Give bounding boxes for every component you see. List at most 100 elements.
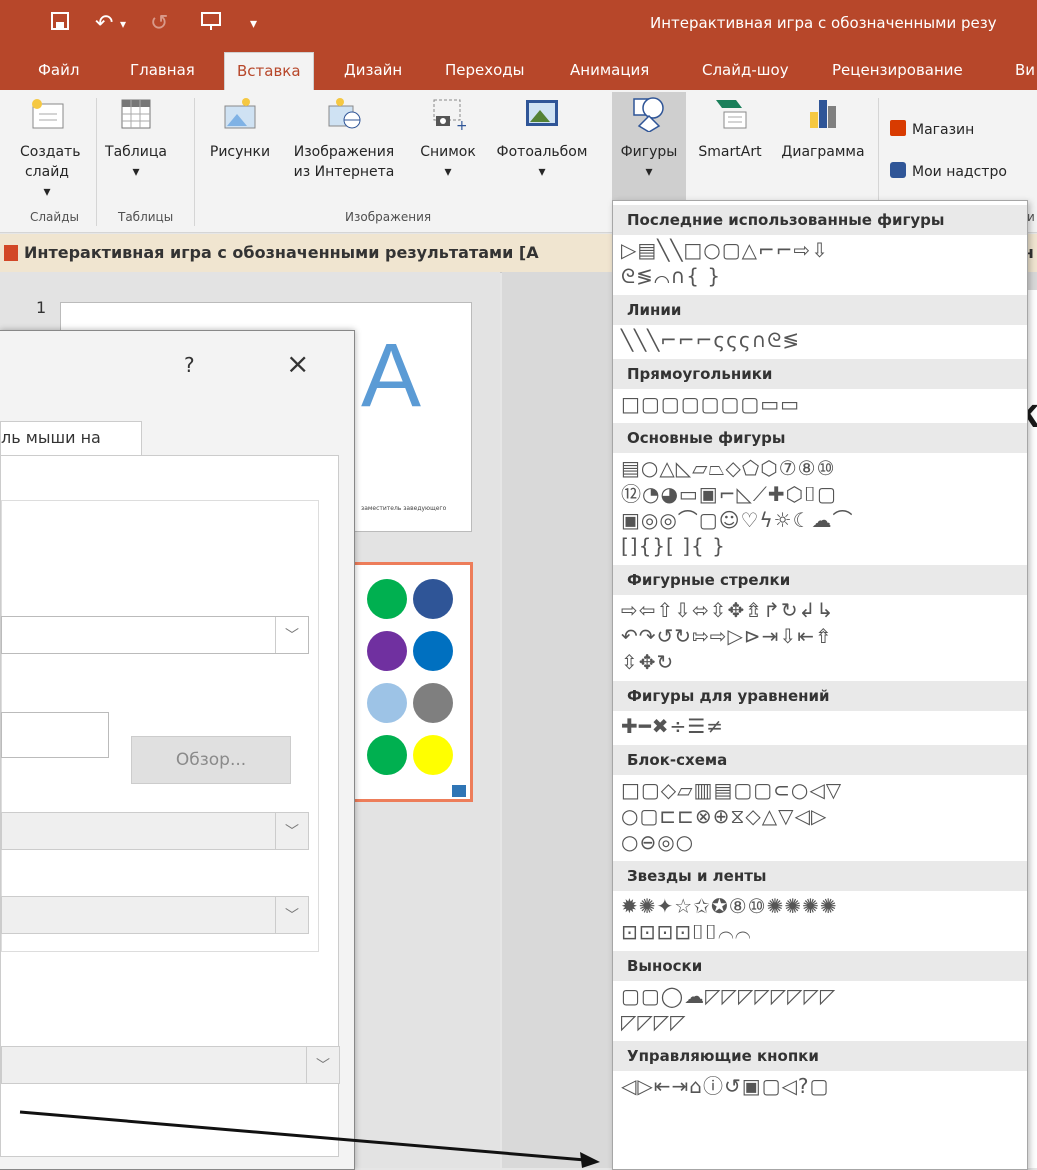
shapes-section-header: Фигурные стрелки [613,565,1027,595]
slide-number: 1 [36,298,47,317]
shapes-section-header: Линии [613,295,1027,325]
tab-insert[interactable]: Вставка [224,52,314,91]
title-bar: ↶ ▾ ↺ ▾ Интерактивная игра с обозначенны… [0,0,1037,50]
action-settings-dialog: ? × ль мыши на ﹀ Обзор... ﹀ ﹀ ﹀ [0,330,355,1170]
save-icon[interactable] [50,11,70,37]
shapes-icon [633,97,664,133]
tab-transitions[interactable]: Переходы [445,50,525,90]
chevron-down-icon: ﹀ [275,617,308,653]
document-title: Интерактивная игра с обозначенными резул… [24,243,539,262]
color-circle[interactable] [413,683,453,723]
action-dropdown[interactable]: ﹀ [1,616,309,654]
new-slide-button[interactable]: Создать слайд ▾ [20,96,80,202]
tab-design[interactable]: Дизайн [344,50,402,90]
new-slide-icon [32,99,64,129]
slideshow-start-icon[interactable] [200,11,222,37]
shapes-row[interactable]: ⊡⊡⊡⊡⌷⌷⌒⌒ [621,919,752,945]
dialog-tab-panel: ﹀ Обзор... ﹀ ﹀ ﹀ [0,455,340,1157]
store-icon [890,120,906,136]
screenshot-button[interactable]: + Снимок ▾ [412,96,484,182]
color-circle[interactable] [413,735,453,775]
tab-home[interactable]: Главная [130,50,195,90]
shapes-row[interactable]: ▢▢◯☁◸◸◸◸◸◸◸◸ [621,983,836,1009]
shapes-row[interactable]: ◁▷⇤⇥⌂ⓘ↺▣▢◁?▢ [621,1073,829,1099]
redo-icon[interactable]: ↺ [150,11,168,36]
svg-text:+: + [456,118,466,132]
shapes-section-header: Фигуры для уравнений [613,681,1027,711]
shapes-section-header: Последние использованные фигуры [613,205,1027,235]
addins-icon [890,162,906,178]
group-tables-label: Таблицы [118,210,174,224]
color-circle[interactable] [367,683,407,723]
online-pictures-icon [328,98,361,129]
shapes-row[interactable]: ✹✺✦☆✩✪⑧⑩✺✺✺✺ [621,893,838,919]
tab-file[interactable]: Файл [38,50,79,90]
thumb-letter: А [361,326,422,426]
smartart-button[interactable]: SmartArt [688,96,772,162]
shapes-row[interactable]: ✚━✖÷☰≠ [621,713,724,739]
shapes-row[interactable]: □▢▢▢▢▢▢▭▭ [621,391,800,417]
tab-mouse-over[interactable]: ль мыши на [0,421,142,456]
shapes-row[interactable]: ○⊖◎○ [621,829,694,855]
online-pictures-button[interactable]: Изображения из Интернета [282,96,406,182]
table-icon [121,99,151,129]
thumb-caption: заместитель заведующего [361,505,447,512]
shapes-section-header: Управляющие кнопки [613,1041,1027,1071]
color-circle[interactable] [413,579,453,619]
shapes-row[interactable]: ↶↷↺↻⇰⇨▷⊳⇥⇩⇤⇮ [621,623,833,649]
photo-album-icon [526,100,558,126]
pictures-button[interactable]: Рисунки [200,96,280,162]
shapes-row[interactable]: ○▢⊏⊏⊗⊕⧖◇△▽◁▷ [621,803,827,829]
shapes-section-header: Выноски [613,951,1027,981]
group-slides-label: Слайды [30,210,79,224]
chevron-down-icon: ﹀ [275,813,308,849]
tab-animations[interactable]: Анимация [570,50,649,90]
color-circle[interactable] [413,631,453,671]
file-path-input[interactable] [1,712,109,758]
color-circle[interactable] [367,631,407,671]
pictures-icon [224,98,256,129]
shapes-row[interactable]: ▣◎◎⌒▢☺♡ϟ☼☾☁⌒ [621,507,854,533]
shapes-row[interactable]: ⑫◔◕▭▣⌐◺⟋✚⬡⌷▢ [621,481,837,507]
tab-slideshow[interactable]: Слайд-шоу [702,50,789,90]
sound-dropdown[interactable]: ﹀ [1,896,309,934]
customize-toolbar-icon[interactable]: ▾ [250,16,257,32]
shapes-button[interactable]: Фигуры ▾ [612,92,686,202]
window-title: Интерактивная игра с обозначенными резу [650,14,997,32]
color-circle[interactable] [367,579,407,619]
store-button[interactable]: Магазин [890,120,974,138]
shapes-row[interactable]: ◸◸◸◸ [621,1009,687,1035]
table-button[interactable]: Таблица ▾ [104,96,168,182]
my-addins-button[interactable]: Мои надстро [890,162,1007,180]
tab-review[interactable]: Рецензирование [832,50,963,90]
group-images-label: Изображения [345,210,432,224]
shapes-row[interactable]: ▤○△◺▱⏢◇⬠⬡⑦⑧⑩ [621,455,836,481]
shapes-section-header: Основные фигуры [613,423,1027,453]
shapes-row[interactable]: ╲╲╲⌐⌐⌐ςςς∩ᘓ≶ [621,327,800,353]
chart-button[interactable]: Диаграмма [774,96,872,162]
smartart-icon [716,100,747,129]
color-circle[interactable] [367,735,407,775]
undo-dropdown-icon[interactable]: ▾ [120,17,126,31]
shapes-gallery-menu: Последние использованные фигуры ▷▤╲╲□○▢△⌐… [612,200,1028,1170]
slide-thumbnail-circles[interactable] [352,562,473,802]
browse-button[interactable]: Обзор... [131,736,291,784]
screenshot-icon: + [433,99,468,134]
shapes-row[interactable]: ⇳✥↻ [621,649,674,675]
highlight-dropdown[interactable]: ﹀ [1,1046,340,1084]
close-button[interactable]: × [286,347,309,380]
shapes-section-header: Блок-схема [613,745,1027,775]
shapes-row[interactable]: []{}[ ]{ } [621,533,726,559]
shapes-row[interactable]: ▷▤╲╲□○▢△⌐⌐⇨⇩ [621,237,829,263]
annotation-arrow [19,1110,600,1168]
help-button[interactable]: ? [184,353,195,377]
shapes-row[interactable]: □▢◇▱▥▤▢▢⊂○◁▽ [621,777,842,803]
object-action-dropdown[interactable]: ﹀ [1,812,309,850]
shapes-row[interactable]: ⇨⇦⇧⇩⬄⇳✥⇯↱↻↲↳ [621,597,834,623]
tab-view[interactable]: Ви [1015,50,1035,90]
ribbon-tabs: Файл Главная Вставка Дизайн Переходы Ани… [0,50,1037,91]
photo-album-button[interactable]: Фотоальбом ▾ [486,96,598,182]
chart-icon [810,100,836,128]
shapes-row[interactable]: ᘓ≶⌒∩{ } [621,263,721,289]
undo-icon[interactable]: ↶ [95,11,113,36]
